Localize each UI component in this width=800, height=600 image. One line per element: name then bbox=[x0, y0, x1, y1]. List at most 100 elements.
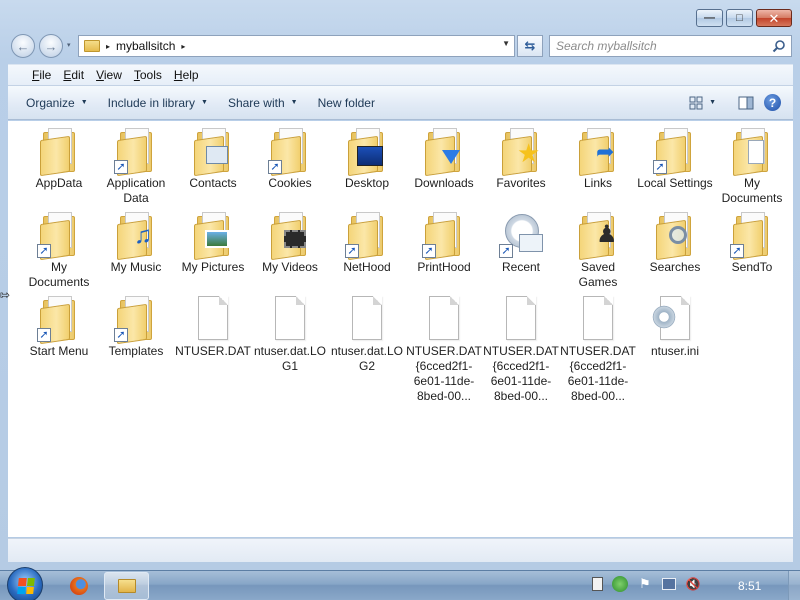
new-folder-label: New folder bbox=[317, 95, 375, 110]
item-label: AppData bbox=[35, 176, 83, 190]
item-label: Start Menu bbox=[29, 344, 89, 358]
file-item[interactable]: ntuser.dat.LOG1 bbox=[252, 294, 328, 374]
folder-item[interactable]: AppData bbox=[21, 126, 97, 191]
folder-documents-icon bbox=[728, 126, 776, 177]
recent-pages-icon[interactable]: ▾ bbox=[67, 41, 71, 49]
menu-view[interactable]: View bbox=[90, 68, 128, 82]
breadcrumb-item[interactable]: myballsitch bbox=[116, 39, 175, 53]
item-label: Application Data bbox=[106, 176, 166, 205]
folder-desktop-icon bbox=[343, 126, 391, 177]
folder-item[interactable]: My Documents bbox=[714, 126, 790, 206]
forward-button[interactable]: → bbox=[39, 34, 63, 58]
folder-icon: ➚ bbox=[420, 210, 468, 261]
file-item[interactable]: NTUSER.DAT{6cced2f1-6e01-11de-8bed-00... bbox=[406, 294, 482, 404]
folder-item[interactable]: Contacts bbox=[175, 126, 251, 191]
help-icon[interactable]: ? bbox=[764, 94, 781, 111]
folder-item[interactable]: Desktop bbox=[329, 126, 405, 191]
notes-tray-icon[interactable] bbox=[592, 577, 603, 591]
include-in-library-button[interactable]: Include in library ▼ bbox=[98, 96, 218, 110]
search-icon[interactable] bbox=[772, 39, 786, 53]
action-center-flag-icon[interactable]: ⚑ bbox=[637, 576, 653, 592]
folder-item[interactable]: Searches bbox=[637, 210, 713, 275]
share-with-button[interactable]: Share with ▼ bbox=[218, 96, 308, 110]
folder-games-icon: ♟ bbox=[574, 210, 622, 261]
breadcrumb-separator-icon[interactable]: ▸ bbox=[181, 42, 185, 51]
item-label: My Documents bbox=[721, 176, 783, 205]
menu-tools[interactable]: Tools bbox=[128, 68, 168, 82]
folder-icon: ➚ bbox=[112, 294, 160, 345]
shortcut-arrow-icon: ➚ bbox=[268, 160, 282, 174]
caption-buttons: — □ ✕ bbox=[696, 9, 792, 27]
command-bar: Organize ▼ Include in library ▼ Share wi… bbox=[8, 86, 793, 120]
folder-item[interactable]: ➦ Links bbox=[560, 126, 636, 191]
security-shield-tray-icon[interactable] bbox=[612, 576, 628, 592]
item-label: Favorites bbox=[496, 176, 546, 190]
maximize-button[interactable]: □ bbox=[726, 9, 753, 27]
folder-item[interactable]: ➚ PrintHood bbox=[406, 210, 482, 275]
folder-item[interactable]: My Pictures bbox=[175, 210, 251, 275]
file-item[interactable]: NTUSER.DAT bbox=[175, 294, 251, 359]
network-tray-icon[interactable] bbox=[662, 578, 676, 590]
file-item[interactable]: ntuser.dat.LOG2 bbox=[329, 294, 405, 374]
folder-item[interactable]: ★ Favorites bbox=[483, 126, 559, 191]
item-label: Local Settings bbox=[637, 176, 713, 190]
menu-help[interactable]: Help bbox=[168, 68, 205, 82]
shortcut-arrow-icon: ➚ bbox=[114, 328, 128, 342]
file-item[interactable]: ➚ Recent bbox=[483, 210, 559, 275]
folder-item[interactable]: ➚ NetHood bbox=[329, 210, 405, 275]
folder-item[interactable]: Downloads bbox=[406, 126, 482, 191]
item-label: ntuser.dat.LOG2 bbox=[330, 344, 404, 373]
file-item[interactable]: NTUSER.DAT{6cced2f1-6e01-11de-8bed-00... bbox=[560, 294, 636, 404]
folder-item[interactable]: ➚ Local Settings bbox=[637, 126, 713, 191]
view-options-dropdown-icon[interactable]: ▼ bbox=[709, 99, 716, 106]
status-bar bbox=[8, 538, 793, 562]
organize-label: Organize bbox=[26, 95, 75, 110]
refresh-button[interactable]: ⇆ bbox=[517, 35, 543, 57]
folder-item[interactable]: ➚ SendTo bbox=[714, 210, 790, 275]
folder-item[interactable]: ➚ Application Data bbox=[98, 126, 174, 206]
search-input[interactable]: Search myballsitch bbox=[549, 35, 792, 57]
view-controls: ▼ ? bbox=[689, 94, 781, 111]
menu-file[interactable]: File bbox=[26, 68, 57, 82]
address-bar[interactable]: ▸ myballsitch ▸ ▼ bbox=[78, 35, 515, 57]
folder-item[interactable]: ➚ Templates bbox=[98, 294, 174, 359]
file-list-pane[interactable]: AppData ➚ Application Data Contacts ➚ Cookies… bbox=[8, 121, 793, 537]
start-button[interactable] bbox=[7, 567, 43, 600]
folder-favorites-icon: ★ bbox=[497, 126, 545, 177]
shortcut-arrow-icon: ➚ bbox=[653, 160, 667, 174]
file-item[interactable]: ntuser.ini bbox=[637, 294, 713, 359]
preview-pane-icon[interactable] bbox=[738, 96, 754, 110]
folder-downloads-icon bbox=[420, 126, 468, 177]
back-button[interactable]: ← bbox=[11, 34, 35, 58]
explorer-taskbar-button[interactable] bbox=[104, 572, 149, 600]
file-item[interactable]: NTUSER.DAT{6cced2f1-6e01-11de-8bed-00... bbox=[483, 294, 559, 404]
address-dropdown-icon[interactable]: ▼ bbox=[502, 39, 510, 48]
shortcut-arrow-icon: ➚ bbox=[114, 160, 128, 174]
folder-item[interactable]: ♟ Saved Games bbox=[560, 210, 636, 290]
folder-item[interactable]: My Videos bbox=[252, 210, 328, 275]
item-label: PrintHood bbox=[417, 260, 471, 274]
folder-music-icon: ♫ bbox=[112, 210, 160, 261]
menu-label: dit bbox=[71, 68, 85, 82]
folder-icon: ➚ bbox=[35, 294, 83, 345]
minimize-button[interactable]: — bbox=[696, 9, 723, 27]
folder-item[interactable]: ➚ Cookies bbox=[252, 126, 328, 191]
item-label: NTUSER.DAT bbox=[175, 344, 251, 358]
item-label: ntuser.dat.LOG1 bbox=[253, 344, 327, 373]
show-desktop-button[interactable] bbox=[788, 571, 800, 600]
close-button[interactable]: ✕ bbox=[756, 9, 792, 27]
firefox-taskbar-icon[interactable] bbox=[70, 577, 88, 595]
folder-item[interactable]: ➚ Start Menu bbox=[21, 294, 97, 359]
taskbar-clock[interactable]: 8:51 bbox=[738, 579, 761, 593]
menu-edit[interactable]: Edit bbox=[57, 68, 90, 82]
breadcrumb-separator-icon[interactable]: ▸ bbox=[106, 42, 110, 51]
folder-pictures-icon bbox=[189, 210, 237, 261]
folder-item[interactable]: ➚ My Documents bbox=[21, 210, 97, 290]
volume-muted-icon[interactable]: 🔇 bbox=[685, 576, 701, 592]
new-folder-button[interactable]: New folder bbox=[308, 96, 385, 110]
organize-button[interactable]: Organize ▼ bbox=[16, 96, 98, 110]
change-view-icon[interactable] bbox=[689, 96, 703, 110]
shortcut-arrow-icon: ➚ bbox=[345, 244, 359, 258]
folder-item[interactable]: ♫ My Music bbox=[98, 210, 174, 275]
folder-icon: ➚ bbox=[112, 126, 160, 177]
